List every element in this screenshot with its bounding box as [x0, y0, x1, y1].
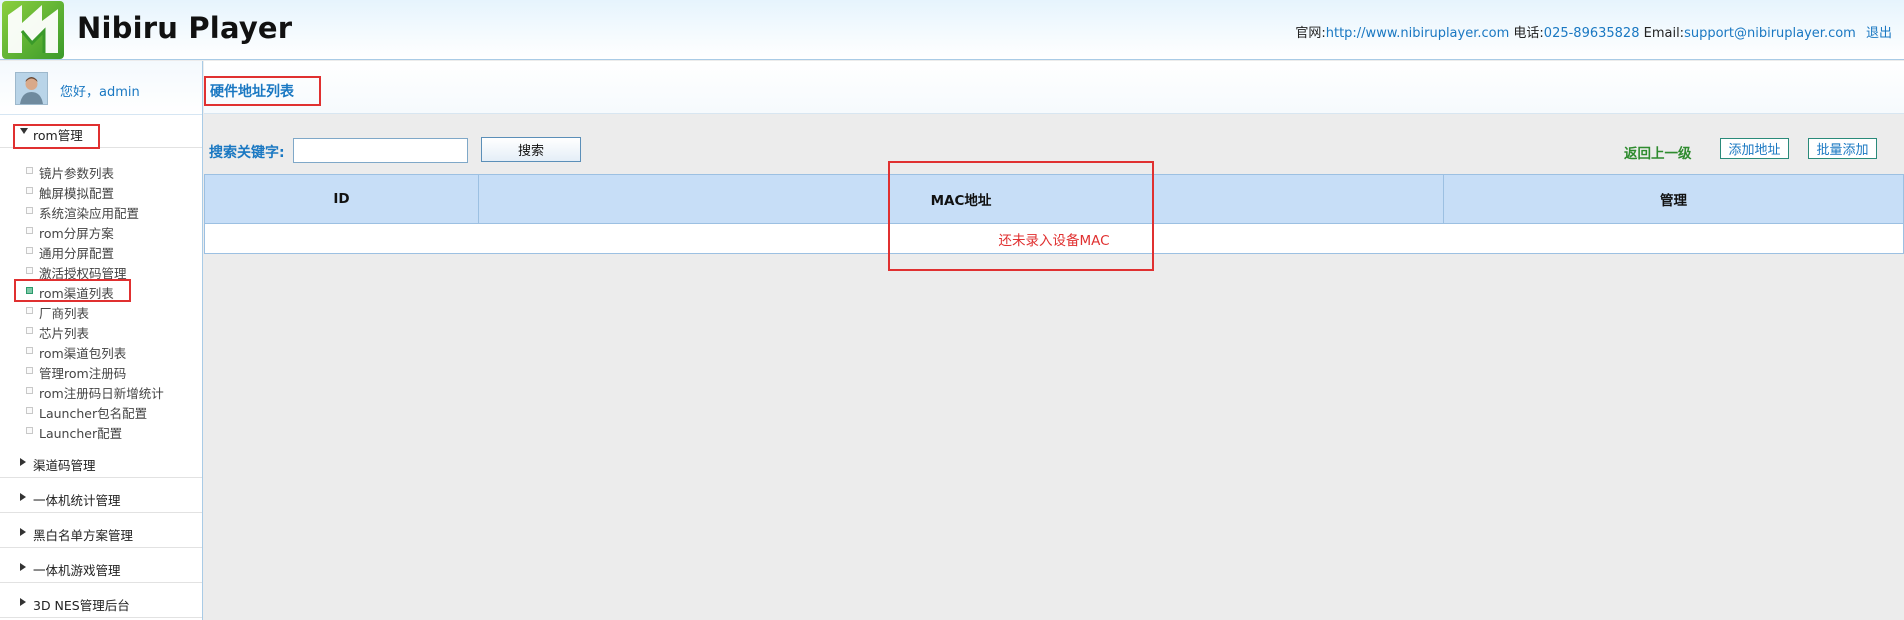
bullet-icon — [26, 387, 33, 394]
batch-add-button[interactable]: 批量添加 — [1808, 138, 1877, 159]
bullet-icon — [26, 187, 33, 194]
bullet-icon — [26, 407, 33, 414]
title-bar: 硬件地址列表 — [204, 61, 1904, 114]
search-label: 搜索关键字: — [209, 145, 285, 161]
bullet-icon — [26, 427, 33, 434]
bullet-icon — [26, 367, 33, 374]
sidebar-item-reg-codes[interactable]: 管理rom注册码 — [26, 362, 201, 381]
chevron-right-icon — [20, 598, 26, 606]
add-address-button[interactable]: 添加地址 — [1720, 138, 1789, 159]
column-header-id: ID — [204, 174, 479, 224]
email-link[interactable]: support@nibiruplayer.com — [1684, 26, 1856, 41]
menu-group-3d-nes[interactable]: 3D NES管理后台 — [0, 586, 202, 618]
phone-number: 025-89635828 — [1543, 26, 1640, 41]
search-input[interactable] — [293, 138, 468, 163]
avatar — [15, 72, 48, 105]
highlight-box — [13, 124, 100, 149]
top-header: Nibiru Player 官网:http://www.nibiruplayer… — [0, 0, 1904, 60]
chevron-right-icon — [20, 458, 26, 466]
sidebar-item-split-scheme[interactable]: rom分屏方案 — [26, 222, 201, 241]
column-header-manage: 管理 — [1443, 174, 1904, 224]
menu-group-label: 一体机统计管理 — [33, 493, 121, 508]
sidebar-item-activation-code[interactable]: 激活授权码管理 — [26, 262, 201, 281]
menu-group-label: 一体机游戏管理 — [33, 563, 121, 578]
sidebar-item-render-app[interactable]: 系统渲染应用配置 — [26, 202, 201, 221]
chevron-right-icon — [20, 563, 26, 571]
sidebar-item-touch-sim[interactable]: 触屏模拟配置 — [26, 182, 201, 201]
menu-group-aio-stats[interactable]: 一体机统计管理 — [0, 481, 202, 513]
phone-label: 电话: — [1513, 26, 1544, 41]
site-link[interactable]: http://www.nibiruplayer.com — [1326, 26, 1510, 41]
menu-group-blackwhite-list[interactable]: 黑白名单方案管理 — [0, 516, 202, 548]
sidebar-item-launcher-pkg[interactable]: Launcher包名配置 — [26, 402, 201, 421]
sidebar-item-label: 镜片参数列表 — [39, 166, 115, 181]
nibiru-logo-icon — [2, 1, 64, 59]
bullet-icon — [26, 227, 33, 234]
bullet-icon — [26, 167, 33, 174]
menu-group-label: 渠道码管理 — [33, 458, 96, 473]
bullet-icon — [26, 207, 33, 214]
back-link[interactable]: 返回上一级 — [1624, 142, 1692, 162]
bullet-icon — [26, 247, 33, 254]
sidebar-item-lens-params[interactable]: 镜片参数列表 — [26, 162, 201, 181]
highlight-box — [14, 279, 131, 302]
sidebar-item-chips[interactable]: 芯片列表 — [26, 322, 201, 341]
chevron-right-icon — [20, 493, 26, 501]
sidebar-item-label: Launcher配置 — [39, 426, 123, 441]
sidebar-item-label: rom注册码日新增统计 — [39, 386, 164, 401]
sidebar-item-label: Launcher包名配置 — [39, 406, 148, 421]
bullet-icon — [26, 327, 33, 334]
bullet-icon — [26, 347, 33, 354]
sidebar-item-label: 管理rom注册码 — [39, 366, 127, 381]
sidebar-item-reg-stats[interactable]: rom注册码日新增统计 — [26, 382, 201, 401]
menu-group-label: 黑白名单方案管理 — [33, 528, 134, 543]
user-avatar-icon — [16, 73, 47, 104]
user-panel: 您好，admin — [0, 61, 202, 115]
bullet-icon — [26, 307, 33, 314]
email-label: Email: — [1643, 26, 1685, 41]
sidebar-item-label: 芯片列表 — [39, 326, 90, 341]
sidebar-item-launcher-config[interactable]: Launcher配置 — [26, 422, 201, 441]
sidebar-item-channel-packages[interactable]: rom渠道包列表 — [26, 342, 201, 361]
bullet-icon — [26, 267, 33, 274]
sidebar-item-label: 厂商列表 — [39, 306, 90, 321]
highlight-box — [204, 76, 321, 106]
sidebar-item-vendors[interactable]: 厂商列表 — [26, 302, 201, 321]
menu-group-label: 3D NES管理后台 — [33, 598, 130, 613]
search-button[interactable]: 搜索 — [481, 137, 581, 162]
chevron-right-icon — [20, 528, 26, 536]
sidebar-item-label: 系统渲染应用配置 — [39, 206, 140, 221]
menu-group-aio-games[interactable]: 一体机游戏管理 — [0, 551, 202, 583]
sidebar-item-label: rom渠道包列表 — [39, 346, 127, 361]
logout-link[interactable]: 退出 — [1866, 26, 1892, 41]
sidebar: 您好，admin rom管理 镜片参数列表 触屏模拟配置 系统渲染应用配置 ro… — [0, 61, 203, 620]
contact-info: 官网:http://www.nibiruplayer.com 电话:025-89… — [1295, 22, 1892, 41]
sidebar-item-general-split[interactable]: 通用分屏配置 — [26, 242, 201, 261]
sidebar-item-label: 通用分屏配置 — [39, 246, 115, 261]
sidebar-item-label: 触屏模拟配置 — [39, 186, 115, 201]
menu-group-channel-codes[interactable]: 渠道码管理 — [0, 446, 202, 478]
highlight-box — [888, 161, 1154, 271]
site-label: 官网: — [1295, 26, 1326, 41]
greeting-text: 您好，admin — [60, 85, 140, 100]
brand-name: Nibiru Player — [77, 11, 293, 45]
sidebar-item-label: rom分屏方案 — [39, 226, 114, 241]
